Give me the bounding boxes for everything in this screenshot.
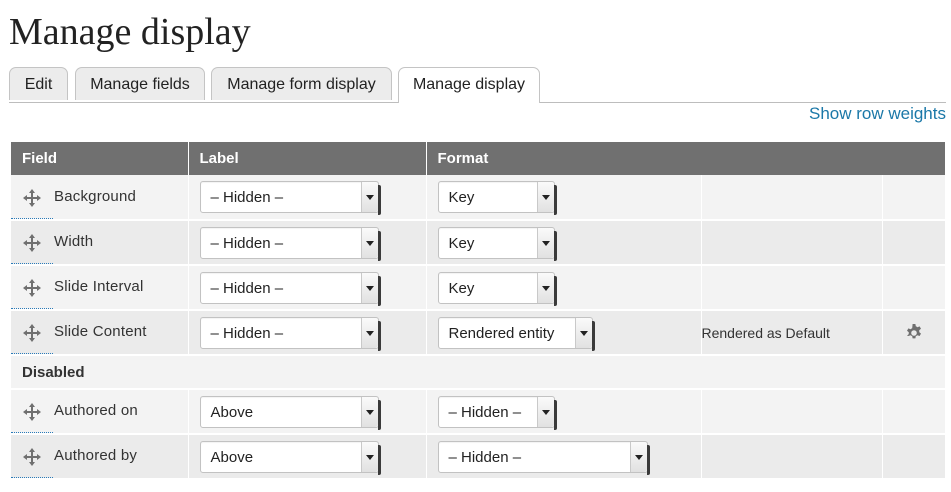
field-name: Authored by: [54, 447, 138, 464]
format-select[interactable]: Key: [437, 181, 557, 215]
chevron-down-icon: [536, 227, 554, 258]
format-select[interactable]: – Hidden –: [437, 395, 557, 430]
field-name: Slide Content: [54, 323, 147, 340]
label-select[interactable]: Above: [199, 395, 381, 430]
chevron-down-icon: [360, 317, 378, 348]
chevron-down-icon: [360, 227, 378, 258]
label-select[interactable]: – Hidden –: [199, 271, 381, 306]
label-select[interactable]: Above: [199, 440, 381, 475]
format-select[interactable]: – Hidden –: [437, 440, 650, 475]
chevron-down-icon: [629, 441, 647, 472]
tab-edit[interactable]: Edit: [9, 67, 68, 100]
format-select[interactable]: Rendered entity: [437, 316, 595, 351]
show-row-weights-link[interactable]: Show row weights: [809, 104, 946, 124]
chevron-down-icon: [360, 182, 378, 212]
drag-handle-icon[interactable]: [22, 402, 42, 422]
page-title: Manage display: [9, 11, 251, 53]
table-row: Authored on Above – Hidden –: [11, 389, 946, 435]
table-row: Width – Hidden – Key: [11, 220, 946, 266]
chevron-down-icon: [360, 441, 378, 472]
drag-handle-icon[interactable]: [22, 278, 42, 298]
chevron-down-icon: [536, 272, 554, 303]
fields-table: Field Label Format Background – Hidden –…: [11, 142, 946, 480]
gear-icon[interactable]: [904, 323, 924, 343]
tab-manage-display[interactable]: Manage display: [398, 67, 540, 103]
column-header-format: Format: [426, 142, 946, 175]
chevron-down-icon: [536, 182, 554, 212]
format-select[interactable]: Key: [437, 271, 557, 306]
chevron-down-icon: [574, 317, 592, 348]
chevron-down-icon: [360, 396, 378, 427]
drag-handle-icon[interactable]: [22, 323, 42, 343]
field-name: Width: [54, 233, 94, 250]
tab-manage-fields[interactable]: Manage fields: [75, 67, 205, 100]
table-row: Authored by Above – Hidden –: [11, 434, 946, 480]
chevron-down-icon: [360, 272, 378, 303]
drag-handle-icon[interactable]: [22, 188, 42, 208]
chevron-down-icon: [536, 396, 554, 427]
region-title: Disabled: [11, 355, 946, 390]
table-row: Slide Interval – Hidden – Key: [11, 265, 946, 311]
column-header-label: Label: [188, 142, 427, 175]
field-name: Background: [54, 187, 137, 205]
field-name: Authored on: [54, 402, 138, 419]
formatter-summary: Rendered as Default: [701, 310, 883, 356]
label-select[interactable]: – Hidden –: [199, 316, 381, 351]
field-name: Slide Interval: [54, 278, 144, 295]
region-row-disabled: Disabled: [11, 355, 946, 390]
label-select[interactable]: – Hidden –: [199, 226, 381, 261]
label-select[interactable]: – Hidden –: [199, 181, 381, 215]
column-header-field: Field: [11, 142, 189, 175]
tab-bar: Edit Manage fields Manage form display M…: [9, 67, 946, 103]
drag-handle-icon[interactable]: [22, 233, 42, 253]
table-row: Slide Content – Hidden – Rendered entity…: [11, 310, 946, 356]
tab-manage-form-display[interactable]: Manage form display: [211, 67, 392, 100]
format-select[interactable]: Key: [437, 226, 557, 261]
drag-handle-icon[interactable]: [22, 447, 42, 467]
table-row: Background – Hidden – Key: [11, 175, 946, 221]
